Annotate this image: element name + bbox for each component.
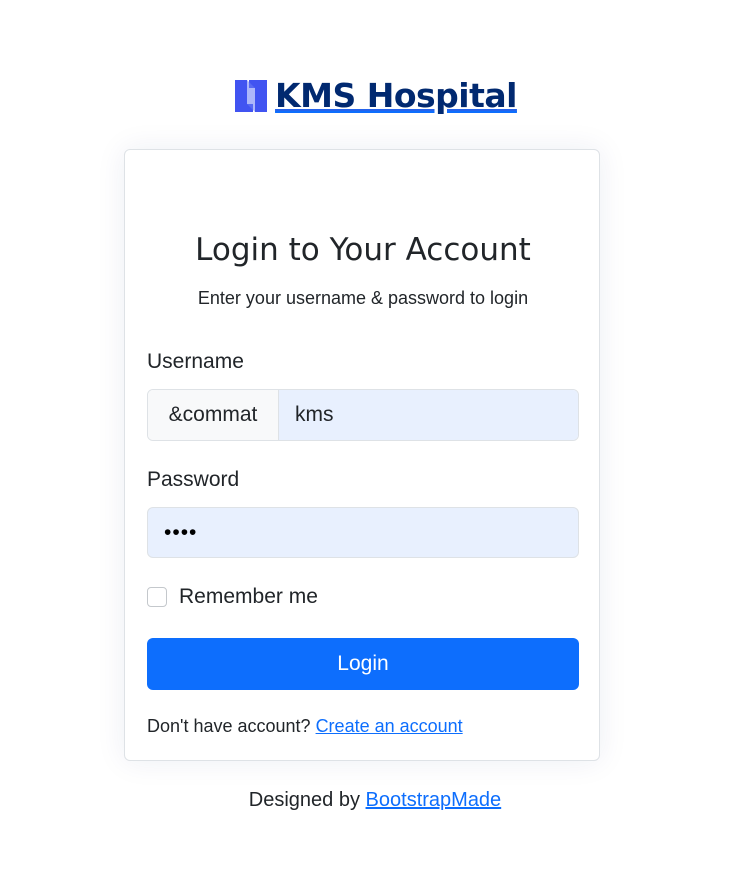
remember-me-checkbox[interactable] [147, 587, 167, 607]
logo-row: KMS Hospital [0, 76, 750, 115]
password-label: Password [147, 468, 240, 491]
credits-prefix: Designed by [248, 789, 360, 811]
create-account-link[interactable]: Create an account [316, 716, 463, 736]
username-input[interactable]: kms [279, 390, 578, 440]
brand-logo-link[interactable]: KMS Hospital [233, 76, 517, 115]
login-subtitle: Enter your username & password to login [197, 288, 529, 308]
login-title: Login to Your Account [195, 232, 531, 268]
login-button[interactable]: Login [147, 638, 579, 690]
login-card: Login to Your Account Enter your usernam… [124, 149, 600, 761]
credits: Designed by BootstrapMade [0, 789, 750, 812]
bootstrapmade-link[interactable]: BootstrapMade [366, 789, 502, 811]
hospital-logo-icon [233, 78, 269, 114]
username-prefix: &commat [148, 390, 279, 440]
signup-row: Don't have account? Create an account [147, 716, 463, 737]
remember-me-row: Remember me [147, 585, 318, 609]
username-input-group: &commat kms [147, 389, 579, 441]
username-label: Username [147, 350, 244, 373]
remember-me-label[interactable]: Remember me [179, 585, 318, 609]
signup-prompt: Don't have account? [147, 716, 311, 736]
password-input[interactable]: •••• [147, 507, 579, 558]
brand-name[interactable]: KMS Hospital [275, 76, 517, 115]
